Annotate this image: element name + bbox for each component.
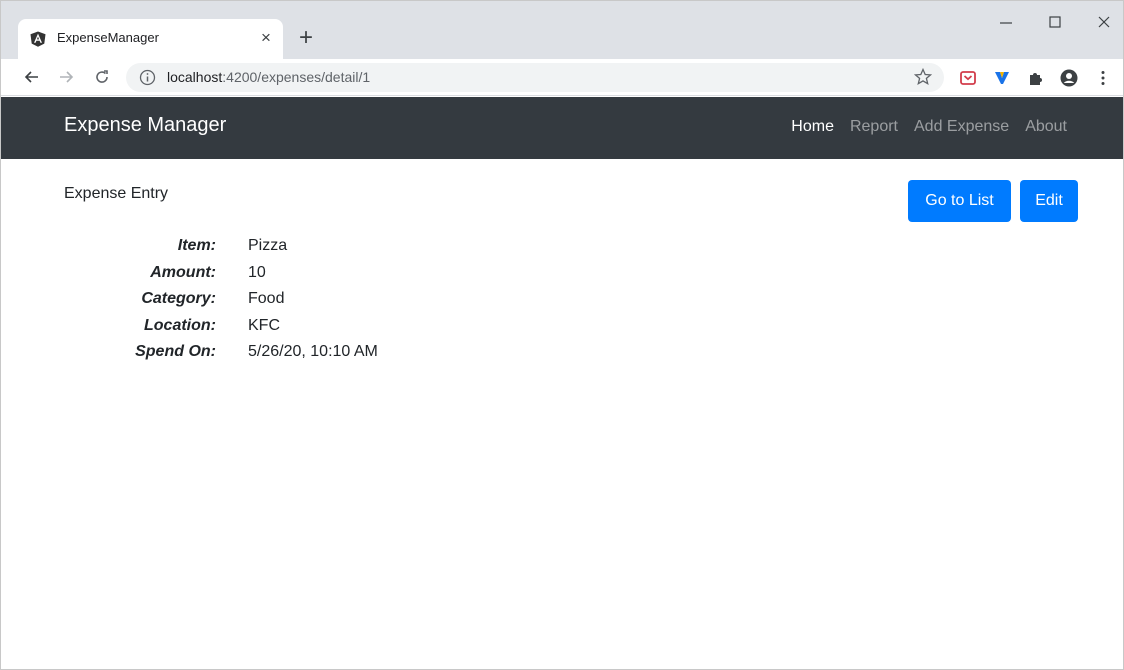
nav-link-report[interactable]: Report bbox=[850, 118, 898, 136]
angular-icon bbox=[30, 31, 46, 47]
field-label: Spend On: bbox=[135, 343, 216, 360]
field-label: Amount: bbox=[150, 263, 216, 281]
tab-close-button[interactable]: × bbox=[254, 26, 278, 50]
main-content: Expense Entry Go to List Edit Item: Pizz… bbox=[1, 159, 1123, 669]
profile-icon[interactable] bbox=[1059, 68, 1079, 88]
tab-strip: ExpenseManager × + bbox=[1, 1, 1123, 59]
tab-title: ExpenseManager bbox=[57, 30, 159, 45]
new-tab-button[interactable]: + bbox=[293, 26, 319, 52]
detail-row-spend-on: Spend On: 5/26/20, 10:10 AM bbox=[1, 343, 601, 370]
maximize-button[interactable] bbox=[1040, 15, 1070, 35]
field-label: Category: bbox=[141, 290, 216, 307]
forward-button[interactable] bbox=[54, 65, 78, 89]
detail-row-category: Category: Food bbox=[1, 290, 601, 317]
field-value: Pizza bbox=[248, 237, 288, 254]
nav-link-add-expense[interactable]: Add Expense bbox=[914, 118, 1009, 136]
page-title: Expense Entry bbox=[64, 185, 169, 202]
nav-links: Home Report Add Expense About bbox=[791, 118, 1067, 136]
reload-icon bbox=[96, 70, 108, 83]
browser-window: ExpenseManager × + localhost:4200/expens… bbox=[0, 0, 1124, 670]
browser-tab[interactable]: ExpenseManager × bbox=[18, 19, 283, 59]
maximize-icon bbox=[1049, 16, 1061, 28]
info-icon[interactable] bbox=[139, 69, 156, 86]
close-window-button[interactable] bbox=[1089, 15, 1119, 35]
minimize-button[interactable] bbox=[991, 15, 1021, 35]
back-button[interactable] bbox=[20, 65, 44, 89]
arrow-left-icon bbox=[24, 71, 38, 83]
go-to-list-button[interactable]: Go to List bbox=[908, 180, 1011, 222]
field-label: Location: bbox=[144, 316, 216, 334]
reload-button[interactable] bbox=[90, 65, 114, 89]
url-path: :4200/expenses/detail/1 bbox=[222, 69, 371, 85]
pocket-icon[interactable] bbox=[958, 68, 978, 88]
field-value: 10 bbox=[248, 263, 266, 281]
address-bar[interactable]: localhost:4200/expenses/detail/1 bbox=[126, 63, 944, 92]
v-extension-icon[interactable] bbox=[992, 68, 1012, 88]
detail-row-amount: Amount: 10 bbox=[1, 264, 601, 291]
bookmark-star-icon[interactable] bbox=[914, 68, 932, 86]
arrow-right-icon bbox=[60, 71, 74, 83]
edit-button[interactable]: Edit bbox=[1020, 180, 1078, 222]
field-label: Item: bbox=[177, 237, 216, 254]
brand-link[interactable]: Expense Manager bbox=[64, 114, 226, 137]
url-host: localhost bbox=[167, 69, 223, 85]
nav-link-about[interactable]: About bbox=[1025, 118, 1067, 136]
url-text[interactable]: localhost:4200/expenses/detail/1 bbox=[167, 69, 370, 85]
detail-row-item: Item: Pizza bbox=[1, 237, 601, 264]
puzzle-icon[interactable] bbox=[1026, 68, 1046, 88]
field-value: KFC bbox=[248, 316, 280, 334]
nav-link-home[interactable]: Home bbox=[791, 118, 834, 136]
browser-toolbar: localhost:4200/expenses/detail/1 bbox=[1, 59, 1123, 96]
field-value: Food bbox=[248, 290, 285, 307]
close-icon bbox=[1098, 16, 1110, 28]
minimize-icon bbox=[1000, 22, 1012, 24]
menu-dots-icon[interactable] bbox=[1093, 68, 1113, 88]
expense-details: Item: Pizza Amount: 10 Category: Food Lo… bbox=[1, 237, 601, 370]
detail-row-location: Location: KFC bbox=[1, 317, 601, 344]
app-navbar: Expense Manager Home Report Add Expense … bbox=[1, 97, 1123, 159]
field-value: 5/26/20, 10:10 AM bbox=[248, 343, 378, 360]
